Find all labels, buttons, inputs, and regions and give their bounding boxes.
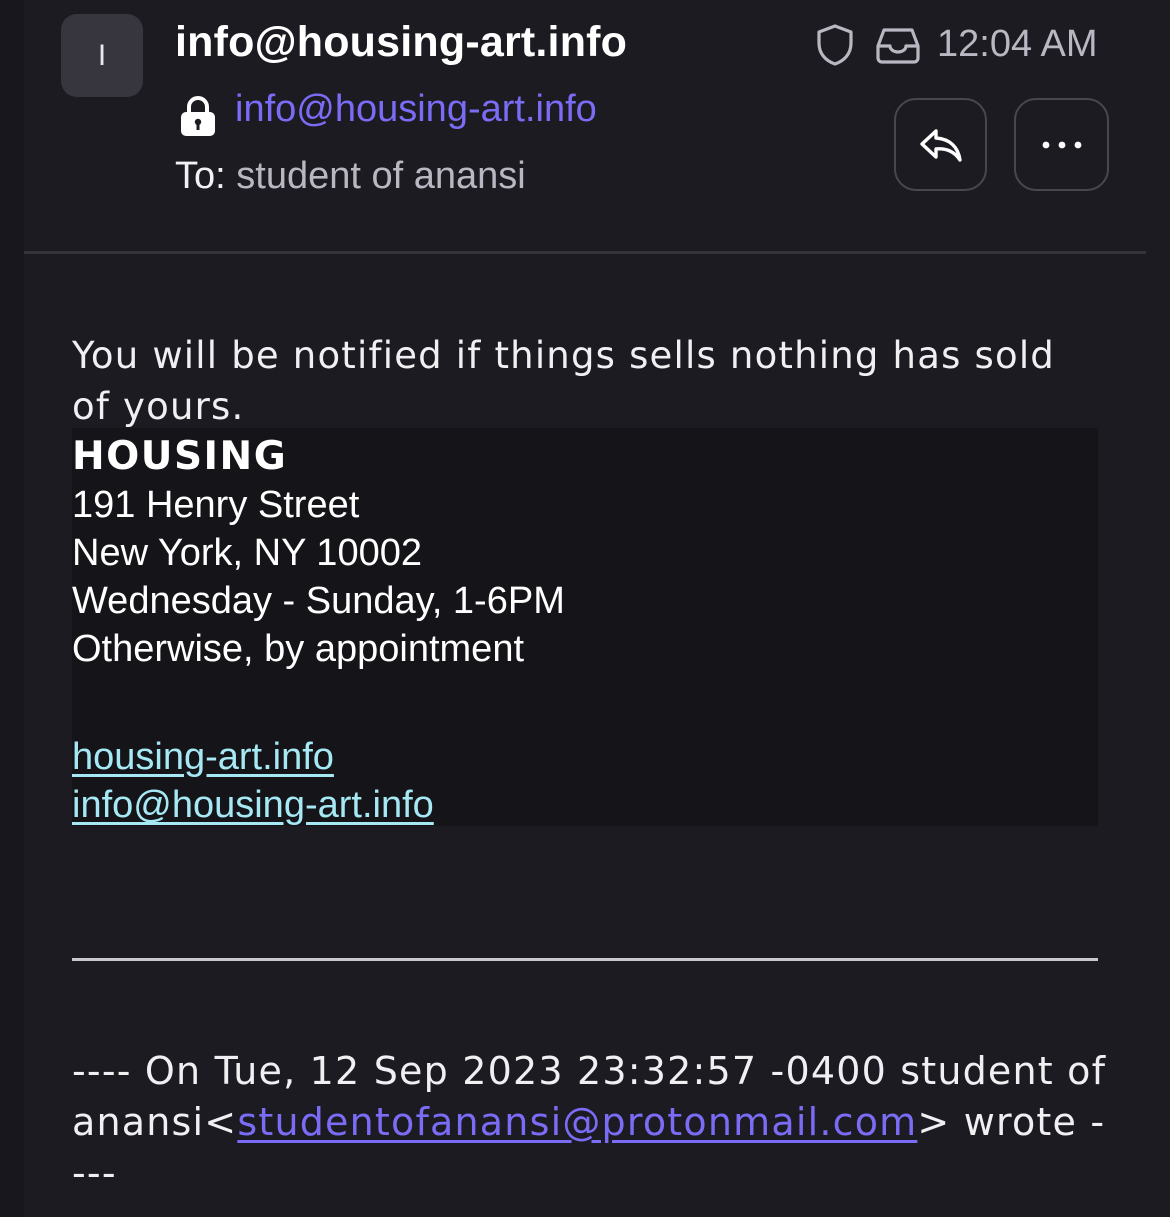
- shield-icon[interactable]: [814, 23, 856, 67]
- window-edge: [0, 0, 24, 1217]
- signature-city: New York, NY 10002: [72, 532, 422, 574]
- reply-button[interactable]: [894, 98, 987, 191]
- to-label: To:: [175, 155, 226, 197]
- signature-website-link[interactable]: housing-art.info: [72, 736, 334, 779]
- more-button[interactable]: [1014, 98, 1109, 191]
- sender-address[interactable]: info@housing-art.info: [235, 88, 597, 131]
- message-paragraph: You will be notified if things sells not…: [72, 334, 1055, 428]
- quote-header: ---- On Tue, 12 Sep 2023 23:32:57 -0400 …: [72, 1046, 1112, 1199]
- received-time: 12:04 AM: [937, 23, 1098, 65]
- reply-icon: [919, 128, 962, 162]
- signature-street: 191 Henry Street: [72, 484, 360, 526]
- sender-avatar[interactable]: I: [61, 14, 143, 97]
- signature-email-link[interactable]: info@housing-art.info: [72, 784, 434, 827]
- signature-hours: Wednesday - Sunday, 1-6PM: [72, 580, 565, 622]
- email-view: I info@housing-art.info info@housing-art…: [0, 0, 1170, 1217]
- inbox-tray-icon[interactable]: [875, 25, 921, 65]
- more-icon: [1042, 141, 1081, 148]
- signature-note: Otherwise, by appointment: [72, 628, 525, 670]
- sender-name[interactable]: info@housing-art.info: [175, 18, 627, 67]
- signature-name: HOUSING: [72, 434, 288, 479]
- avatar-initial: I: [97, 38, 107, 72]
- lock-icon: [181, 96, 215, 136]
- quote-email-link[interactable]: studentofanansi@protonmail.com: [237, 1100, 917, 1144]
- recipient-row: To: student of anansi: [175, 155, 526, 198]
- message-divider: [72, 958, 1098, 961]
- header-divider: [24, 251, 1146, 254]
- recipient-name[interactable]: student of anansi: [236, 155, 525, 197]
